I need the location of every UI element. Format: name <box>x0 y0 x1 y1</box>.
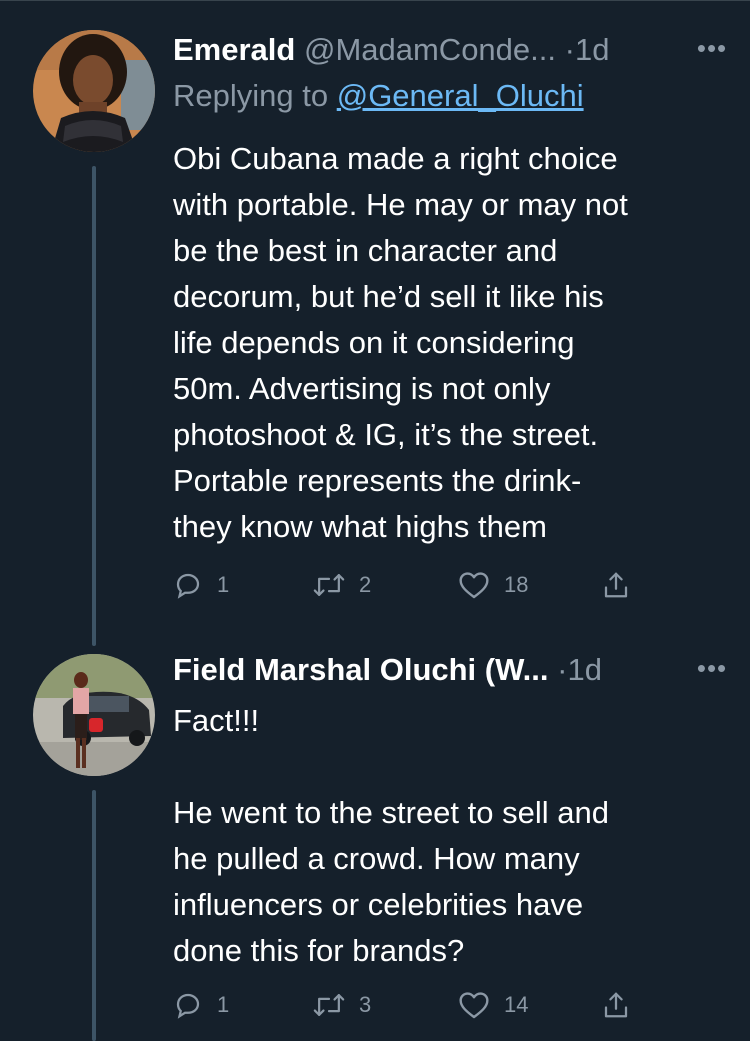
reply-count: 1 <box>217 992 230 1017</box>
separator-dot: · <box>564 32 575 67</box>
tweet-text: Obi Cubana made a right choice with port… <box>173 141 628 544</box>
retweet-button[interactable]: 3 <box>313 985 371 1025</box>
tweet-header: Emerald @MadamConde... ·1d <box>173 30 733 70</box>
retweet-count: 2 <box>359 572 372 597</box>
retweet-icon <box>313 990 345 1020</box>
more-icon[interactable]: ••• <box>692 650 732 690</box>
retweet-icon <box>313 570 345 600</box>
user-handle[interactable]: @MadamConde... <box>304 32 556 67</box>
display-name[interactable]: Emerald <box>173 32 295 67</box>
share-icon <box>601 570 631 600</box>
reply-icon <box>173 570 203 600</box>
heart-icon <box>458 990 490 1020</box>
reply-button[interactable]: 1 <box>173 985 229 1025</box>
thread-line <box>92 166 96 646</box>
separator-dot: · <box>557 652 568 687</box>
share-icon <box>601 990 631 1020</box>
retweet-button[interactable]: 2 <box>313 565 371 605</box>
tweet-actions: 1 3 14 <box>173 985 653 1025</box>
reply-button[interactable]: 1 <box>173 565 229 605</box>
tweet-text: Fact!!! He went to the street to sell an… <box>173 703 609 968</box>
tweet-header: Field Marshal Oluchi (W... ·1d <box>173 650 733 690</box>
share-button[interactable] <box>601 985 631 1025</box>
reply-count: 1 <box>217 572 230 597</box>
top-divider <box>0 0 750 1</box>
like-button[interactable]: 18 <box>458 565 528 605</box>
tweet-emerald[interactable]: Emerald @MadamConde... ·1d ••• Replying … <box>0 30 750 650</box>
like-count: 14 <box>504 992 529 1017</box>
avatar[interactable] <box>33 30 155 152</box>
like-button[interactable]: 14 <box>458 985 528 1025</box>
like-count: 18 <box>504 572 529 597</box>
more-icon[interactable]: ••• <box>692 30 732 70</box>
tweet-field-marshal-oluchi[interactable]: Field Marshal Oluchi (W... ·1d ••• Fact!… <box>0 650 750 1041</box>
replying-prefix: Replying to <box>173 78 337 113</box>
timestamp[interactable]: 1d <box>567 652 601 687</box>
reply-icon <box>173 990 203 1020</box>
replying-to: Replying to @General_Oluchi <box>173 76 584 116</box>
retweet-count: 3 <box>359 992 372 1017</box>
share-button[interactable] <box>601 565 631 605</box>
avatar[interactable] <box>33 654 155 776</box>
timestamp[interactable]: 1d <box>575 32 609 67</box>
thread-line <box>92 790 96 1041</box>
display-name[interactable]: Field Marshal Oluchi (W... <box>173 652 549 687</box>
tweet-actions: 1 2 18 <box>173 565 653 605</box>
heart-icon <box>458 570 490 600</box>
replying-to-link[interactable]: @General_Oluchi <box>337 78 584 113</box>
